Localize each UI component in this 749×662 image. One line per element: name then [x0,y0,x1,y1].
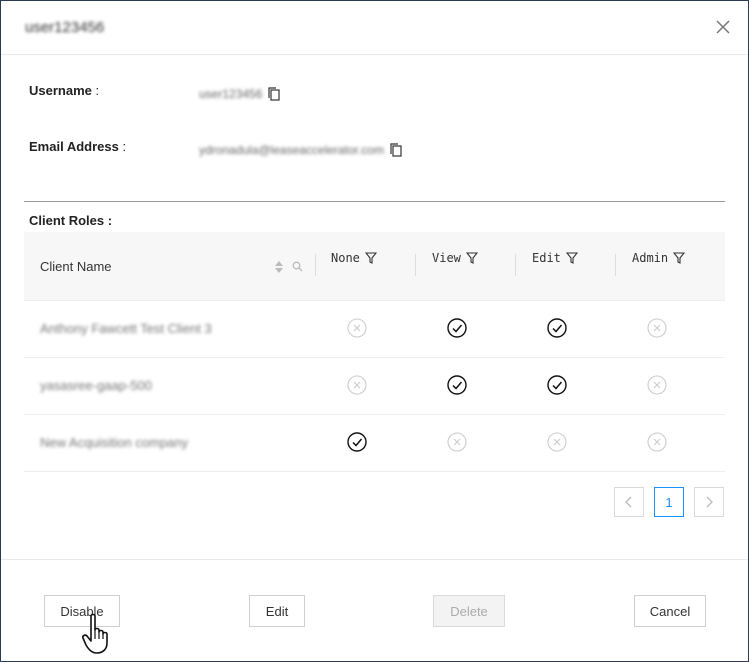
email-label: Email Address : [29,139,127,154]
next-page-button[interactable] [694,487,724,517]
filter-icon[interactable] [565,252,578,264]
check-circle-icon[interactable] [447,375,467,395]
check-circle-icon[interactable] [347,432,367,452]
table-row: New Acquisition company [24,415,725,472]
prev-page-button[interactable] [614,487,644,517]
x-circle-icon[interactable] [447,432,467,452]
table-body: Anthony Fawcett Test Client 3 yasasree-ga… [24,301,725,472]
username-label: Username : [29,83,100,98]
x-circle-icon[interactable] [347,318,367,338]
client-name-cell: yasasree-gaap-500 [40,378,153,393]
check-circle-icon[interactable] [547,375,567,395]
column-divider [315,254,316,276]
copy-icon[interactable] [268,87,280,101]
client-name-cell: Anthony Fawcett Test Client 3 [40,321,212,336]
search-icon[interactable] [292,261,303,272]
page-1-button[interactable]: 1 [654,487,684,517]
close-icon[interactable] [713,17,733,37]
section-divider [24,201,725,202]
x-circle-icon[interactable] [647,375,667,395]
column-header-edit: Edit [532,251,578,265]
user-details-modal: user123456 Username : user123456 Email A… [0,0,749,662]
x-circle-icon[interactable] [347,375,367,395]
x-circle-icon[interactable] [647,318,667,338]
table-row: Anthony Fawcett Test Client 3 [24,301,725,358]
column-divider [415,254,416,276]
column-divider [515,254,516,276]
table-row: yasasree-gaap-500 [24,358,725,415]
x-circle-icon[interactable] [647,432,667,452]
sort-icon[interactable] [274,260,284,274]
delete-button: Delete [433,595,505,627]
column-header-admin: Admin [632,251,686,265]
modal-title: user123456 [25,19,105,36]
filter-icon[interactable] [673,252,686,264]
x-circle-icon[interactable] [547,432,567,452]
username-value: user123456 [199,87,263,101]
client-roles-label: Client Roles : [29,213,113,228]
cancel-button[interactable]: Cancel [634,595,706,627]
header-divider [1,54,748,55]
column-header-view: View [432,251,478,265]
filter-icon[interactable] [364,252,377,264]
footer-divider [1,559,748,560]
username-value-row: user123456 [199,87,280,101]
copy-icon[interactable] [390,143,402,157]
filter-icon[interactable] [465,252,478,264]
client-name-cell: New Acquisition company [40,435,189,450]
chevron-right-icon [706,496,713,508]
column-header-none: None [331,251,377,265]
chevron-left-icon [625,496,632,508]
email-value: ydronadula@leaseaccelerator.com [199,143,384,157]
check-circle-icon[interactable] [447,318,467,338]
client-roles-table: Client Name None View Edit Admin Anthony… [24,232,725,472]
check-circle-icon[interactable] [547,318,567,338]
table-header: Client Name None View Edit Admin [24,232,725,301]
edit-button[interactable]: Edit [249,595,305,627]
column-header-client-name: Client Name [40,259,112,274]
email-value-row: ydronadula@leaseaccelerator.com [199,143,402,157]
hand-pointer-icon [82,613,108,654]
column-divider [615,254,616,276]
